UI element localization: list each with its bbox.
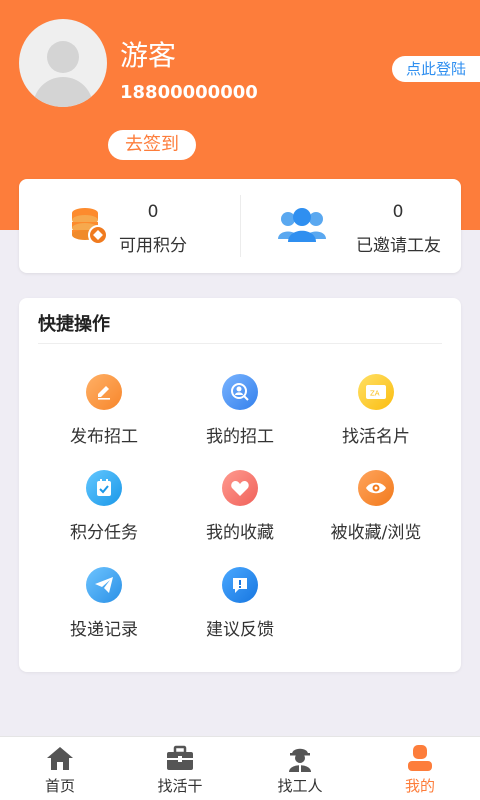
invites-value: 0	[392, 202, 404, 222]
quick-item-favorites[interactable]: 我的收藏	[165, 470, 315, 543]
quick-item-viewed[interactable]: 被收藏/浏览	[301, 470, 451, 543]
quick-actions-divider	[38, 343, 442, 344]
quick-item-job-card[interactable]: ZA 找活名片	[301, 374, 451, 447]
quick-item-label: 发布招工	[70, 427, 138, 447]
user-search-icon	[222, 374, 258, 410]
card-icon: ZA	[358, 374, 394, 410]
quick-item-label: 我的收藏	[206, 523, 274, 543]
quick-item-label: 找活名片	[342, 427, 410, 447]
username: 游客	[120, 39, 177, 72]
worker-icon	[289, 748, 311, 772]
signin-button[interactable]: 去签到	[108, 130, 196, 160]
tab-find-workers[interactable]: 找工人	[240, 737, 360, 800]
tab-home[interactable]: 首页	[0, 737, 120, 800]
stat-invites[interactable]: 0 已邀请工友	[240, 179, 461, 273]
tab-label: 找工人	[277, 777, 323, 795]
send-icon	[86, 567, 122, 603]
quick-item-my-jobs[interactable]: 我的招工	[165, 374, 315, 447]
points-label: 可用积分	[119, 236, 187, 256]
login-button[interactable]: 点此登陆	[392, 56, 480, 82]
stat-points[interactable]: 0 可用积分	[19, 179, 240, 273]
tab-label: 找活干	[157, 777, 203, 795]
svg-text:ZA: ZA	[370, 390, 380, 398]
profile-icon	[408, 745, 432, 771]
avatar[interactable]	[19, 19, 107, 107]
phone-number: 18800000000	[120, 82, 258, 103]
quick-item-label: 我的招工	[206, 427, 274, 447]
invites-label: 已邀请工友	[356, 236, 441, 256]
quick-item-label: 建议反馈	[206, 620, 274, 640]
users-icon	[278, 208, 326, 242]
quick-actions-title: 快捷操作	[38, 314, 110, 335]
tab-label: 我的	[404, 777, 435, 795]
stats-card: 0 可用积分 0 已邀请工友	[19, 179, 461, 273]
tab-find-work[interactable]: 找活干	[120, 737, 240, 800]
quick-item-label: 被收藏/浏览	[330, 523, 422, 543]
tab-label: 首页	[44, 777, 75, 795]
points-value: 0	[147, 202, 159, 222]
quick-item-feedback[interactable]: 建议反馈	[165, 567, 315, 640]
feedback-icon	[222, 567, 258, 603]
heart-icon	[222, 470, 258, 506]
briefcase-icon	[167, 745, 193, 770]
quick-item-delivery-records[interactable]: 投递记录	[29, 567, 179, 640]
edit-icon	[86, 374, 122, 410]
quick-item-label: 积分任务	[70, 523, 138, 543]
quick-item-post-job[interactable]: 发布招工	[29, 374, 179, 447]
avatar-placeholder-head	[47, 41, 79, 73]
avatar-placeholder-body	[33, 77, 93, 107]
quick-item-label: 投递记录	[70, 620, 138, 640]
bottom-tab-bar: 首页 找活干 找工人 我的	[0, 736, 480, 800]
eye-icon	[358, 470, 394, 506]
quick-actions-card: 快捷操作 发布招工 我的招工 ZA 找活名片 积分任务 我的收藏 被收藏/浏览 …	[19, 298, 461, 672]
quick-item-point-tasks[interactable]: 积分任务	[29, 470, 179, 543]
tab-mine[interactable]: 我的	[360, 737, 480, 800]
home-icon	[47, 747, 73, 770]
task-icon	[86, 470, 122, 506]
